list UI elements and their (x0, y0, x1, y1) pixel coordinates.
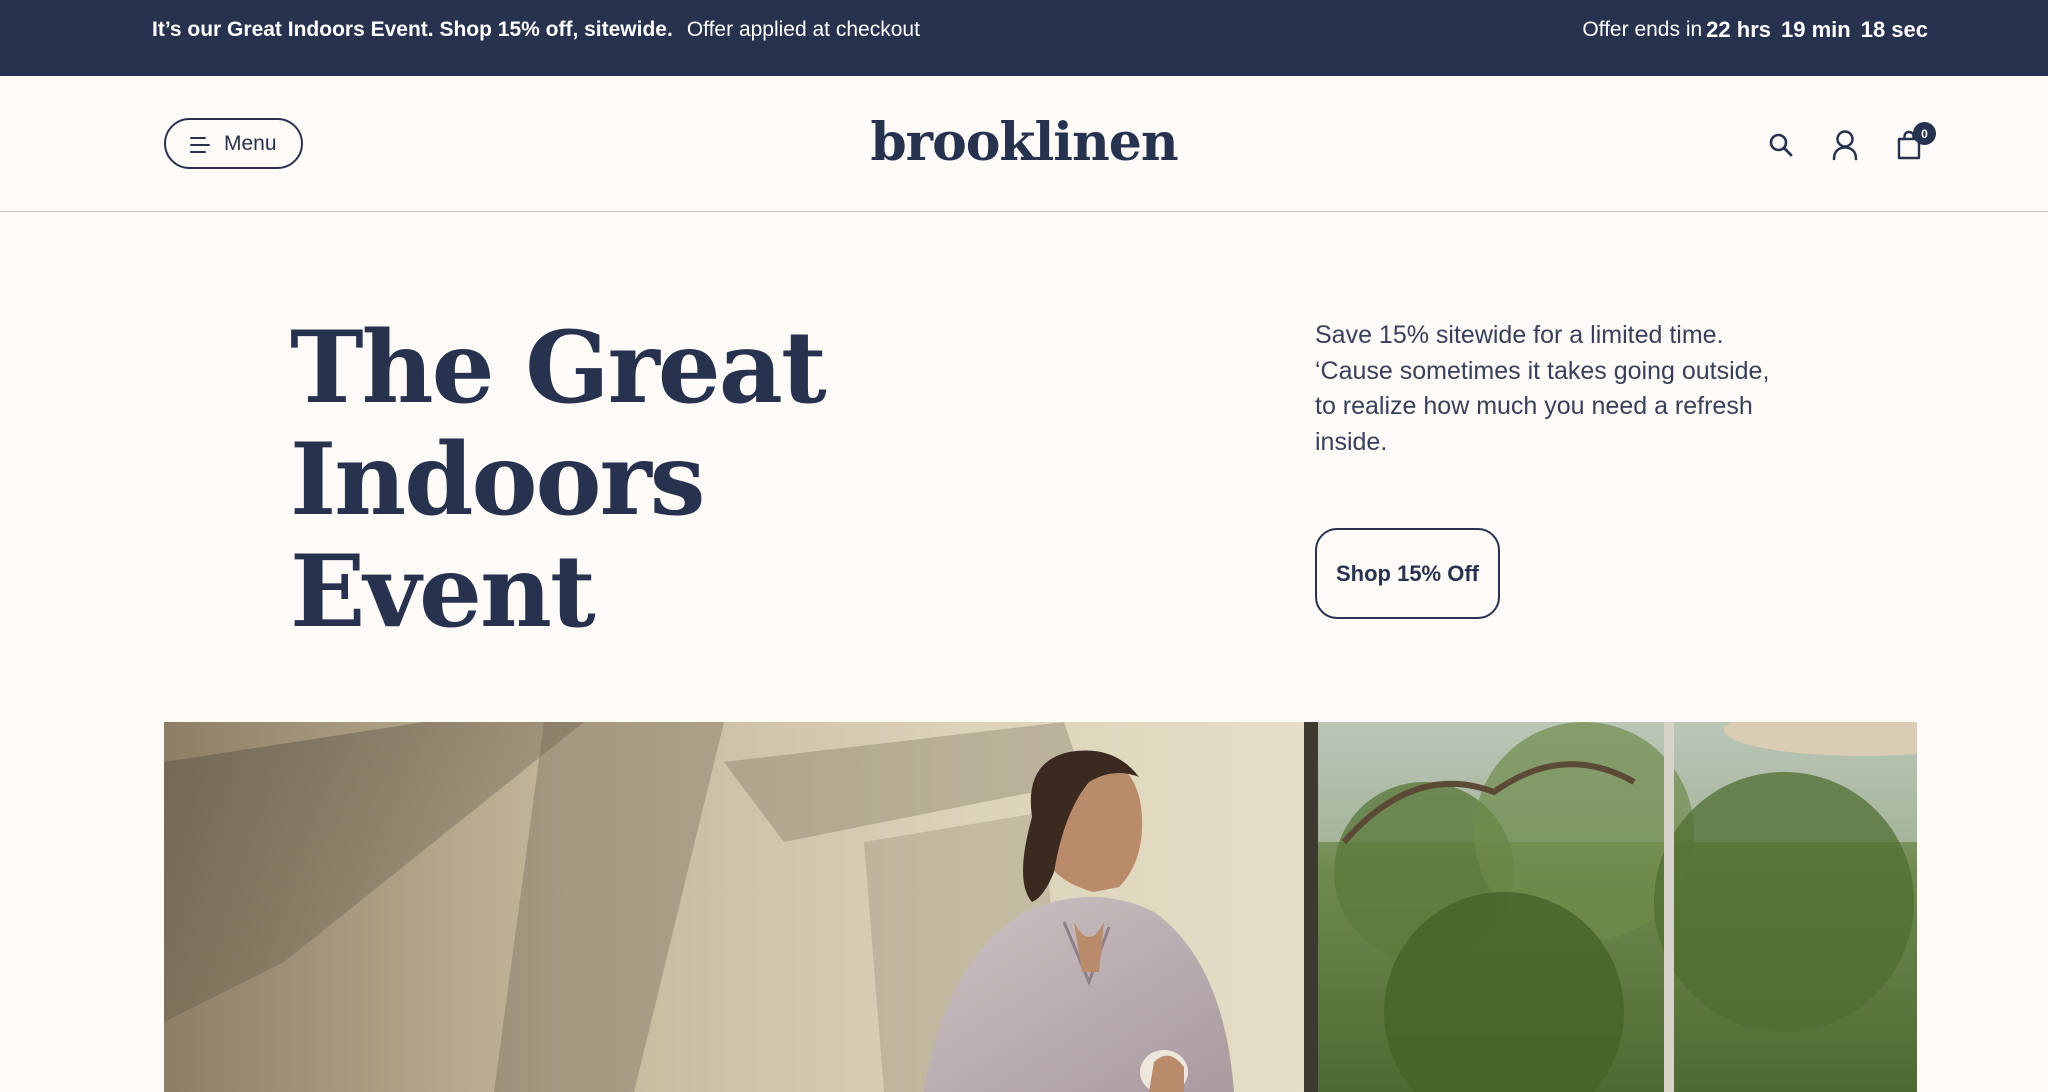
shop-15-off-button[interactable]: Shop 15% Off (1315, 528, 1500, 619)
promo-bar: It’s our Great Indoors Event. Shop 15% o… (0, 0, 2048, 76)
hero-title-line2: Indoors Event (290, 422, 705, 650)
search-icon[interactable] (1766, 128, 1796, 162)
promo-headline: It’s our Great Indoors Event. Shop 15% o… (152, 18, 673, 41)
countdown-hours: 22 hrs (1706, 17, 1771, 42)
countdown-minutes: 19 min (1781, 17, 1851, 42)
countdown: Offer ends in 22 hrs 19 min 18 sec (1582, 0, 1928, 60)
brand-logo[interactable]: brooklinen (0, 112, 2048, 173)
cart-icon[interactable]: 0 (1894, 122, 1936, 162)
account-icon[interactable] (1830, 128, 1860, 162)
countdown-seconds: 18 sec (1860, 17, 1928, 42)
header-actions: 0 (1766, 122, 1936, 162)
hero-description: Save 15% sitewide for a limited time. ‘C… (1315, 321, 1770, 456)
hero-title: The Great Indoors Event (290, 312, 930, 648)
countdown-prefix: Offer ends in (1582, 18, 1703, 41)
promo-subtext: Offer applied at checkout (686, 18, 920, 41)
hero-image (164, 722, 1917, 1092)
cart-count-badge: 0 (1913, 122, 1936, 145)
hero-title-line1: The Great (290, 310, 827, 426)
site-header: Menu brooklinen 0 (0, 76, 2048, 212)
promo-message: It’s our Great Indoors Event. Shop 15% o… (152, 0, 920, 60)
